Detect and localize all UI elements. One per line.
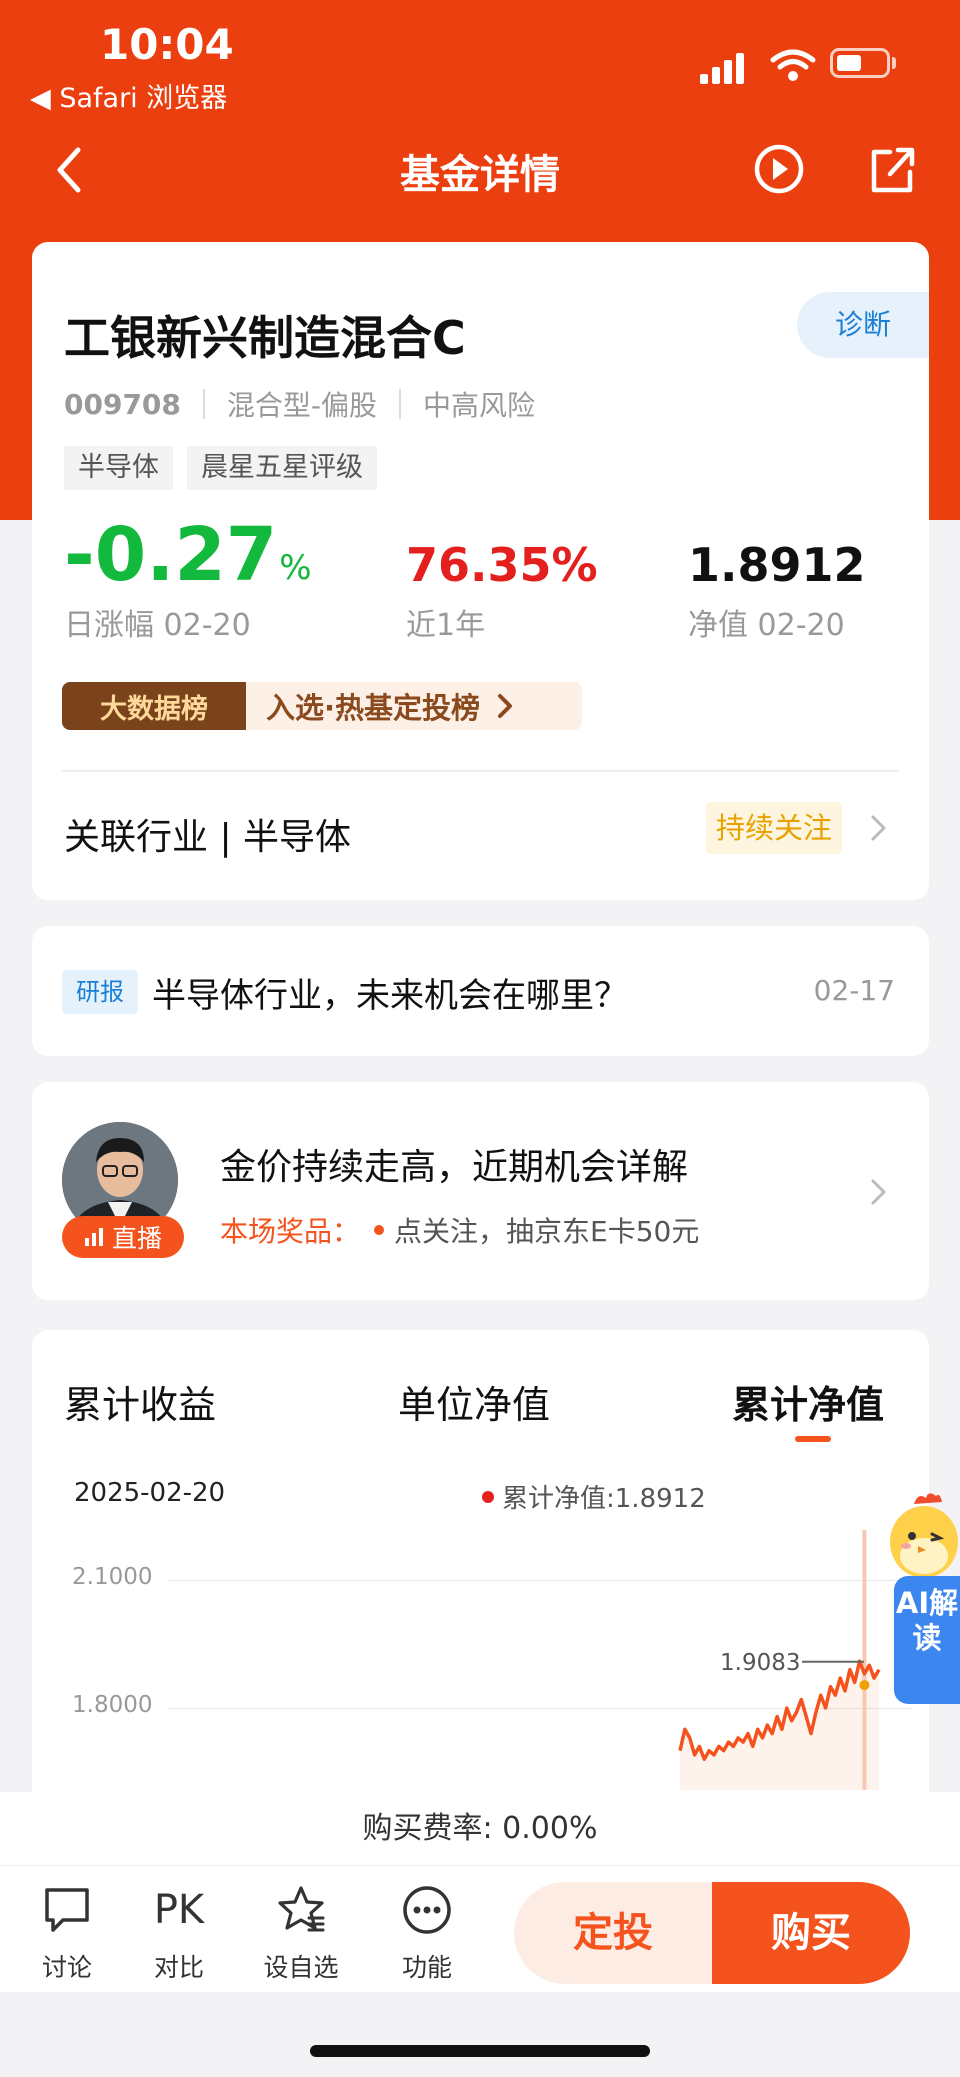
diagnose-button[interactable]: 诊断 bbox=[797, 292, 929, 358]
research-date: 02-17 bbox=[813, 974, 895, 1007]
ai-interpret-button[interactable]: AI解读 bbox=[894, 1576, 960, 1704]
fund-name: 工银新兴制造混合C bbox=[64, 311, 466, 365]
fund-meta: 009708 混合型-偏股 中高风险 bbox=[64, 384, 535, 424]
back-to-safari[interactable]: ◀ Safari 浏览器 bbox=[30, 76, 227, 115]
live-badge-label: 直播 bbox=[111, 1224, 162, 1253]
research-card[interactable]: 研报 半导体行业，未来机会在哪里？ 02-17 bbox=[32, 926, 929, 1056]
compare-label: 对比 bbox=[153, 1953, 204, 1982]
daily-change-stat: -0.27 % 日涨幅 02-20 bbox=[64, 512, 312, 644]
page-title: 基金详情 bbox=[400, 152, 560, 198]
more-functions-label: 功能 bbox=[401, 1953, 452, 1982]
home-area bbox=[0, 1992, 960, 2077]
live-card[interactable]: 直播 金价持续走高，近期机会详解 本场奖品： 点关注，抽京东E卡50元 bbox=[32, 1082, 929, 1300]
status-time: 10:04 bbox=[100, 20, 234, 69]
discuss-label: 讨论 bbox=[41, 1953, 92, 1982]
more-functions-button[interactable]: 功能 bbox=[382, 1884, 472, 1984]
fund-code: 009708 bbox=[64, 387, 181, 421]
live-badge: 直播 bbox=[62, 1216, 184, 1258]
daily-change-value: -0.27 bbox=[64, 512, 278, 598]
prize-text: 点关注，抽京东E卡50元 bbox=[394, 1215, 700, 1248]
discuss-button[interactable]: 讨论 bbox=[22, 1884, 112, 1984]
max-value-label: 1.9083 bbox=[720, 1650, 800, 1676]
pk-icon: PK bbox=[153, 1887, 205, 1933]
chevron-right-icon[interactable] bbox=[870, 814, 888, 842]
bottom-toolbar: 讨论 PK 对比 设自选 功能 定投 购买 bbox=[0, 1866, 960, 1992]
chat-icon bbox=[45, 1888, 89, 1932]
live-prize: 本场奖品： 点关注，抽京东E卡50元 bbox=[220, 1210, 699, 1250]
prize-label: 本场奖品： bbox=[220, 1215, 361, 1248]
more-icon bbox=[403, 1886, 451, 1934]
nav-label: 净值 02-20 bbox=[688, 608, 845, 643]
chevron-right-icon bbox=[498, 694, 513, 718]
add-watchlist-label: 设自选 bbox=[263, 1953, 339, 1982]
compare-button[interactable]: PK 对比 bbox=[134, 1884, 224, 1984]
rank-banner[interactable]: 大数据榜 入选·热基定投榜 bbox=[62, 682, 582, 730]
rank-text: 入选·热基定投榜 bbox=[266, 691, 481, 725]
research-tag: 研报 bbox=[62, 970, 138, 1014]
live-title[interactable]: 金价持续走高，近期机会详解 bbox=[220, 1138, 688, 1190]
trade-buttons: 定投 购买 bbox=[514, 1882, 910, 1984]
research-title[interactable]: 半导体行业，未来机会在哪里？ bbox=[152, 968, 628, 1017]
daily-change-label: 日涨幅 02-20 bbox=[64, 608, 251, 643]
year-return-stat: 76.35% 近1年 bbox=[406, 520, 598, 644]
add-watchlist-button[interactable]: 设自选 bbox=[256, 1884, 346, 1984]
fund-card: 工银新兴制造混合C 诊断 009708 混合型-偏股 中高风险 半导体 晨星五星… bbox=[32, 242, 929, 900]
wifi-icon bbox=[770, 49, 816, 81]
status-icons bbox=[700, 44, 940, 84]
chevron-right-icon[interactable] bbox=[870, 1178, 888, 1206]
tag-morningstar[interactable]: 晨星五星评级 bbox=[187, 446, 377, 490]
follow-tag[interactable]: 持续关注 bbox=[706, 802, 842, 854]
nav-value: 1.8912 bbox=[688, 538, 866, 592]
star-icon bbox=[278, 1886, 325, 1932]
fund-tags: 半导体 晨星五星评级 bbox=[64, 446, 391, 490]
live-bars-icon bbox=[84, 1228, 103, 1246]
auto-invest-button[interactable]: 定投 bbox=[514, 1882, 712, 1984]
year-return-value: 76.35% bbox=[406, 538, 598, 592]
nav-stat: 1.8912 净值 02-20 bbox=[688, 520, 866, 644]
daily-change-unit: % bbox=[279, 548, 312, 588]
battery-icon bbox=[830, 48, 890, 78]
year-return-label: 近1年 bbox=[406, 608, 486, 643]
related-industry[interactable]: 关联行业 | 半导体 bbox=[64, 808, 351, 860]
divider bbox=[62, 770, 899, 772]
share-icon[interactable] bbox=[866, 142, 920, 196]
rank-badge: 大数据榜 bbox=[62, 682, 246, 730]
tag-semiconductor[interactable]: 半导体 bbox=[64, 446, 173, 490]
purchase-fee: 购买费率: 0.00% bbox=[0, 1792, 960, 1866]
nav-line-chart[interactable]: 1.9083 bbox=[32, 1330, 929, 1790]
chart-card: 累计收益 单位净值 累计净值 2025-02-20 累计净值:1.8912 2.… bbox=[32, 1330, 929, 1810]
current-point-marker bbox=[859, 1680, 870, 1691]
fund-risk: 中高风险 bbox=[423, 389, 536, 422]
buy-button[interactable]: 购买 bbox=[712, 1882, 910, 1984]
ai-mascot-icon[interactable] bbox=[876, 1490, 960, 1590]
play-icon[interactable] bbox=[752, 142, 806, 196]
home-indicator[interactable] bbox=[310, 2045, 650, 2057]
fund-type: 混合型-偏股 bbox=[226, 389, 378, 422]
